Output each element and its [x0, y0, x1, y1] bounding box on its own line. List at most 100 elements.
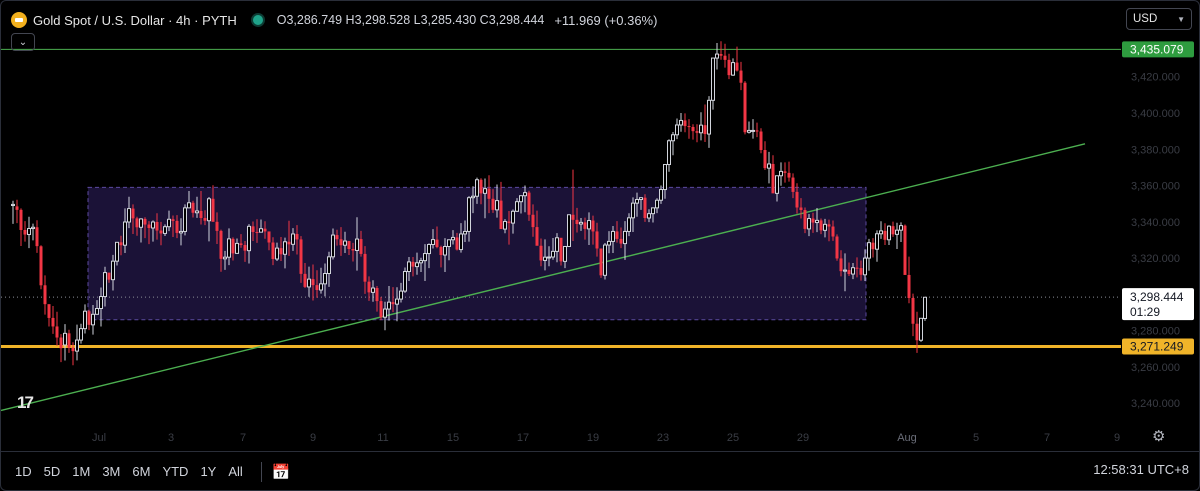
time-scale[interactable]: Jul 3 7 9 11 15 17 19 23 25 29 Aug 5 7 9 — [92, 432, 1120, 444]
candle-body — [803, 210, 807, 229]
clock[interactable]: 12:58:31 UTC+8 — [1093, 462, 1189, 477]
candle-body — [819, 220, 823, 231]
candle-body — [691, 126, 695, 132]
candle-body — [647, 213, 651, 219]
candle-body — [767, 163, 771, 169]
candle-body — [743, 82, 747, 133]
candle-body — [339, 239, 343, 246]
candle-body — [283, 241, 287, 255]
chevron-down-icon: ⌄ — [18, 36, 28, 48]
candle-body — [579, 221, 583, 225]
candle-body — [735, 62, 739, 71]
candle-body — [627, 217, 631, 232]
candle-body — [643, 197, 647, 219]
price-change: +11.969 (+0.36%) — [554, 12, 658, 28]
candle-body — [127, 208, 131, 223]
candle-body — [855, 267, 859, 269]
candle-body — [851, 267, 855, 275]
candle — [711, 57, 715, 110]
candle-body — [895, 229, 899, 235]
candle-body — [215, 221, 219, 231]
candle-body — [43, 285, 47, 305]
candle-body — [347, 241, 351, 250]
support-price-tag[interactable]: 3,271.249 — [1122, 338, 1194, 355]
candle-body — [711, 57, 715, 101]
candle-body — [831, 226, 835, 237]
candle — [643, 194, 647, 222]
candle-body — [71, 347, 75, 352]
candle — [87, 309, 91, 331]
candle — [23, 221, 27, 242]
range-button-5d[interactable]: 5D — [38, 460, 67, 483]
candle-body — [251, 226, 255, 232]
candle — [919, 317, 923, 342]
candle-body — [147, 224, 151, 228]
candle-body — [683, 120, 687, 127]
currency-select[interactable]: USD ▼ — [1126, 8, 1192, 30]
candle-body — [847, 270, 851, 275]
candle-body — [335, 235, 339, 240]
candle-body — [787, 172, 791, 178]
candle-body — [63, 332, 67, 346]
candle-body — [267, 231, 271, 243]
range-box[interactable] — [87, 186, 867, 321]
candle-body — [123, 221, 127, 246]
candle-body — [403, 271, 407, 292]
candle-body — [799, 207, 803, 211]
candle-body — [27, 228, 31, 236]
candle-body — [95, 308, 99, 315]
candle — [723, 43, 727, 68]
price-scale[interactable]: 3,420.000 3,400.000 3,380.000 3,360.000 3,34… — [1131, 72, 1180, 410]
candle-body — [527, 192, 531, 215]
candle — [739, 61, 743, 91]
candle — [47, 304, 51, 327]
candle-body — [91, 313, 95, 326]
range-button-1d[interactable]: 1D — [9, 460, 38, 483]
candle-body — [487, 188, 491, 199]
candle-body — [559, 237, 563, 262]
candle — [867, 238, 871, 271]
candle-body — [491, 198, 495, 210]
candle-body — [311, 279, 315, 286]
range-button-ytd[interactable]: YTD — [156, 460, 194, 483]
tradingview-logo-icon[interactable]: 17 — [17, 393, 34, 413]
candle-body — [355, 238, 359, 251]
time-tick-label: 17 — [517, 432, 529, 444]
candle — [747, 121, 751, 134]
candle-body — [87, 311, 91, 325]
candle-body — [119, 242, 123, 246]
candle — [759, 128, 763, 154]
candle-body — [535, 227, 539, 246]
settings-icon[interactable]: ⚙ — [1152, 427, 1170, 445]
candle-body — [631, 202, 635, 219]
price-tick-label: 3,420.000 — [1131, 72, 1180, 84]
current-price-tag[interactable]: 3,298.44401:29 — [1122, 288, 1194, 321]
symbol-title[interactable]: Gold Spot / U.S. Dollar · 4h · PYTH — [33, 13, 237, 28]
candle-body — [807, 218, 811, 230]
price-tick-label: 3,280.000 — [1131, 326, 1180, 338]
candle-body — [879, 230, 883, 235]
candle — [715, 43, 719, 70]
candle-body — [395, 298, 399, 305]
price-tick-label: 3,400.000 — [1131, 108, 1180, 120]
candle-body — [471, 195, 475, 199]
time-tick-label: 9 — [310, 432, 316, 444]
range-button-all[interactable]: All — [222, 460, 248, 483]
range-button-1m[interactable]: 1M — [66, 460, 96, 483]
collapse-legend-button[interactable]: ⌄ — [11, 33, 35, 51]
candle — [39, 245, 43, 290]
candle-body — [755, 130, 759, 132]
candle-body — [227, 238, 231, 258]
calendar-range-icon[interactable]: 📅 — [272, 463, 291, 481]
range-button-1y[interactable]: 1Y — [194, 460, 222, 483]
range-button-6m[interactable]: 6M — [126, 460, 156, 483]
candle-body — [607, 240, 611, 246]
range-button-3m[interactable]: 3M — [96, 460, 126, 483]
top-line-price-tag[interactable]: 3,435.079 — [1122, 41, 1194, 58]
candle-body — [391, 302, 395, 305]
candle-body — [279, 248, 283, 255]
chart-canvas[interactable]: 3,420.000 3,400.000 3,380.000 3,360.000 3,34… — [1, 1, 1199, 451]
candle-body — [35, 227, 39, 247]
candle-body — [599, 248, 603, 276]
candle — [763, 141, 767, 170]
